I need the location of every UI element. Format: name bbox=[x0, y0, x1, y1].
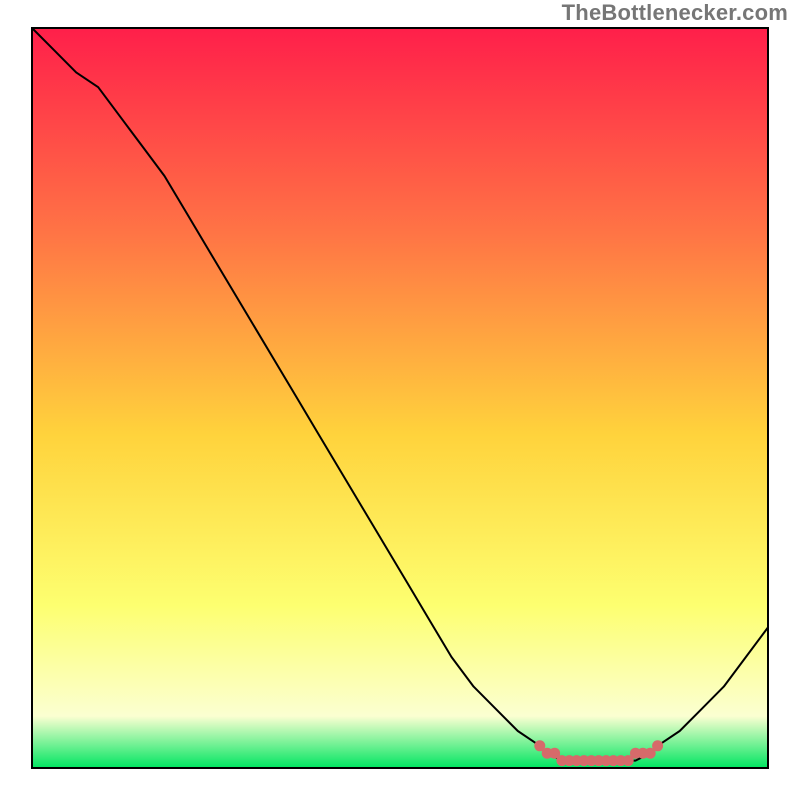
plot-area bbox=[32, 28, 768, 768]
chart-stage: TheBottlenecker.com bbox=[0, 0, 800, 800]
plateau-dot bbox=[652, 740, 663, 751]
bottleneck-chart bbox=[0, 0, 800, 800]
